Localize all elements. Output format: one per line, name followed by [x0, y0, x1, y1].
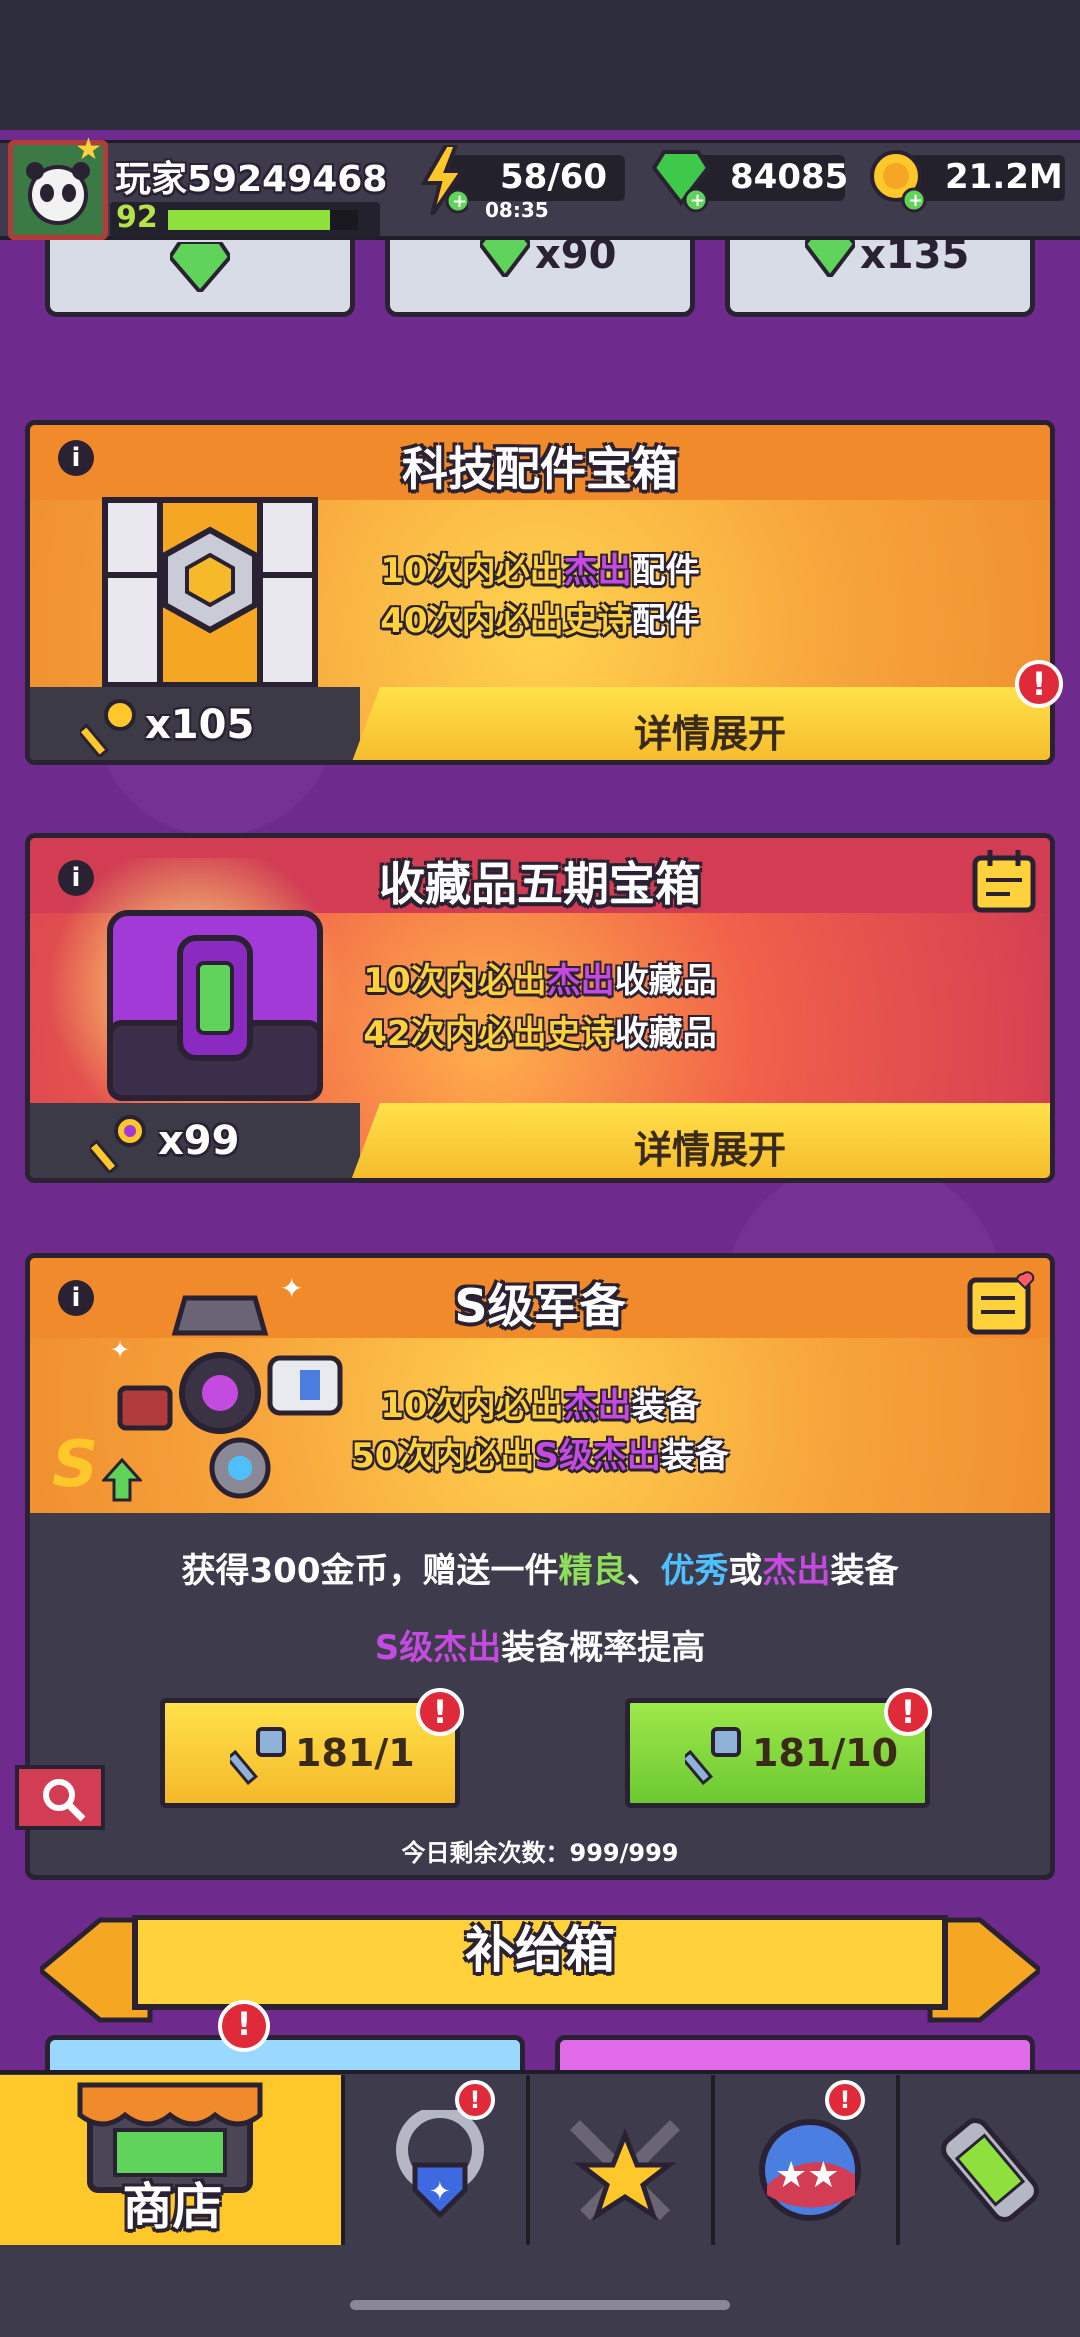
- energy-timer: 08:35: [485, 198, 549, 222]
- svg-text:+: +: [908, 190, 923, 211]
- key-count-bar: x99: [30, 1103, 360, 1178]
- level-progress-fill: [168, 210, 330, 230]
- svg-text:+: +: [690, 190, 705, 211]
- separator-text: 、: [626, 1551, 661, 1591]
- star-icon: ★: [75, 132, 102, 167]
- level-progress-track: [168, 210, 358, 230]
- player-level: 92: [116, 200, 158, 235]
- guarantee-count-text: 40次内必出: [380, 601, 564, 641]
- open-ten-cost: 181/10: [752, 1731, 899, 1775]
- star-swords-icon: [570, 2120, 680, 2221]
- energy-value: 58/60: [500, 157, 608, 197]
- svg-text:+: +: [452, 191, 467, 212]
- open-once-cost: 181/1: [295, 1731, 415, 1775]
- gold-value: 21.2M: [945, 157, 1063, 197]
- status-bar-area: [0, 0, 1080, 130]
- alert-badge: !: [218, 2000, 270, 2052]
- gem-plus-icon: +: [652, 150, 711, 213]
- purple-key-icon: [90, 1115, 146, 1173]
- guarantee-count-text: 10次内必出: [380, 551, 564, 591]
- guarantee-item-text: 收藏品: [614, 1014, 717, 1054]
- list-heart-icon[interactable]: [965, 1270, 1040, 1340]
- supply-section-title: 补给箱: [465, 1921, 615, 1979]
- guarantee-count-text: 10次内必出: [363, 961, 547, 1001]
- schedule-icon[interactable]: [970, 848, 1040, 918]
- tech-chest-card[interactable]: i 科技配件宝箱 10次内必出杰出配件 40次内必出史诗配件 x105 详情展开: [25, 420, 1055, 765]
- gold-key-icon: [80, 699, 136, 757]
- home-indicator-area: [0, 2245, 1080, 2337]
- gem-icon: [170, 242, 230, 292]
- s-grade-chest-card[interactable]: i S级军备 10次内必出杰出装备 50次内必出S级杰出装备 ✦ ✦ S 获得3…: [25, 1253, 1055, 1880]
- guarantee-item-text: 装备: [631, 1386, 700, 1426]
- svg-text:✦: ✦: [110, 1336, 130, 1364]
- reward-text: 获得300金币，赠送一件: [181, 1551, 559, 1591]
- guarantee-item-text: 配件: [631, 601, 700, 641]
- rarity-fine-text: 精良: [558, 1551, 627, 1591]
- guarantee-item-text: 装备: [660, 1436, 729, 1476]
- gems-value: 84085: [730, 157, 849, 197]
- reward-description: 获得300金币，赠送一件精良、优秀或杰出装备: [30, 1543, 1050, 1592]
- rarity-excellent-text: 杰出: [762, 1551, 831, 1591]
- s-grade-badge: S: [52, 1428, 99, 1502]
- nav-tab-battle[interactable]: [530, 2075, 715, 2245]
- search-button[interactable]: [15, 1765, 105, 1830]
- nav-tab-shop-label: 商店: [122, 2178, 223, 2236]
- key-count-bar: x105: [30, 687, 360, 760]
- key-count: x105: [145, 702, 255, 748]
- nav-tab-talents[interactable]: ★★: [715, 2075, 900, 2245]
- rarity-s-excellent-text: S级杰出: [534, 1436, 661, 1476]
- alert-badge: !: [825, 2080, 865, 2120]
- probability-boost-text: S级杰出装备概率提高: [30, 1620, 1050, 1669]
- reward-item-text: 装备: [830, 1551, 899, 1591]
- rarity-excellent-text: 杰出: [546, 961, 615, 1001]
- rarity-excellent-text: 杰出: [563, 551, 632, 591]
- collectible-chest-card[interactable]: i 收藏品五期宝箱 10次内必出杰出收藏品 42次内必出史诗收藏品 x99 详情…: [25, 833, 1055, 1183]
- details-expand-label: 详情展开: [633, 1128, 786, 1172]
- rarity-excellent-text: 杰出: [563, 1386, 632, 1426]
- silver-key-icon: [230, 1727, 286, 1785]
- svg-text:✦: ✦: [429, 2177, 451, 2207]
- rarity-great-text: 优秀: [660, 1551, 729, 1591]
- purple-chest-icon: [107, 910, 323, 1101]
- upgrade-arrow-icon: [102, 1458, 142, 1502]
- or-text: 或: [728, 1551, 763, 1591]
- guarantee-count-text: 42次内必出: [363, 1014, 547, 1054]
- svg-text:★★: ★★: [775, 2155, 840, 2196]
- nav-tab-lab[interactable]: [900, 2075, 1080, 2245]
- tech-chest-icon: [102, 497, 318, 688]
- nav-tab-equipment[interactable]: ✦: [345, 2075, 530, 2245]
- details-expand-button[interactable]: 详情展开: [350, 1103, 1050, 1178]
- alert-badge: !: [1015, 660, 1063, 708]
- gold-coin-plus-icon: +: [870, 150, 927, 213]
- details-expand-label: 详情展开: [633, 712, 786, 756]
- guarantee-count-text: 50次内必出: [351, 1436, 535, 1476]
- energy-pill[interactable]: 58/60: [450, 155, 625, 201]
- rarity-s-excellent-text: S级杰出: [374, 1628, 502, 1668]
- rarity-epic-text: 史诗: [563, 601, 632, 641]
- silver-key-icon: [685, 1727, 741, 1785]
- boost-text: 装备概率提高: [501, 1628, 706, 1668]
- nav-tab-shop[interactable]: 商店: [0, 2075, 345, 2245]
- open-once-button[interactable]: 181/1: [160, 1698, 460, 1808]
- player-name: 玩家59249468: [115, 159, 388, 200]
- level-bar: 92: [110, 200, 380, 238]
- shield-emblem-icon: ✦: [396, 2110, 484, 2219]
- alert-badge: !: [884, 1688, 932, 1736]
- alert-badge: !: [455, 2080, 495, 2120]
- guarantee-count-text: 10次内必出: [380, 1386, 564, 1426]
- home-indicator[interactable]: [350, 2300, 730, 2310]
- lightning-icon: +: [420, 145, 468, 215]
- guarantee-item-text: 收藏品: [614, 961, 717, 1001]
- details-expand-button[interactable]: 详情展开: [350, 687, 1050, 760]
- search-icon: [43, 1779, 86, 1822]
- remaining-attempts: 今日剩余次数：999/999: [401, 1839, 679, 1867]
- alert-badge: !: [416, 1688, 464, 1736]
- star-orb-icon: ★★: [759, 2119, 861, 2221]
- svg-text:✦: ✦: [280, 1278, 303, 1305]
- dna-capsule-icon: [941, 2118, 1039, 2222]
- guarantee-item-text: 配件: [631, 551, 700, 591]
- key-count: x99: [158, 1118, 240, 1164]
- rarity-epic-text: 史诗: [546, 1014, 615, 1054]
